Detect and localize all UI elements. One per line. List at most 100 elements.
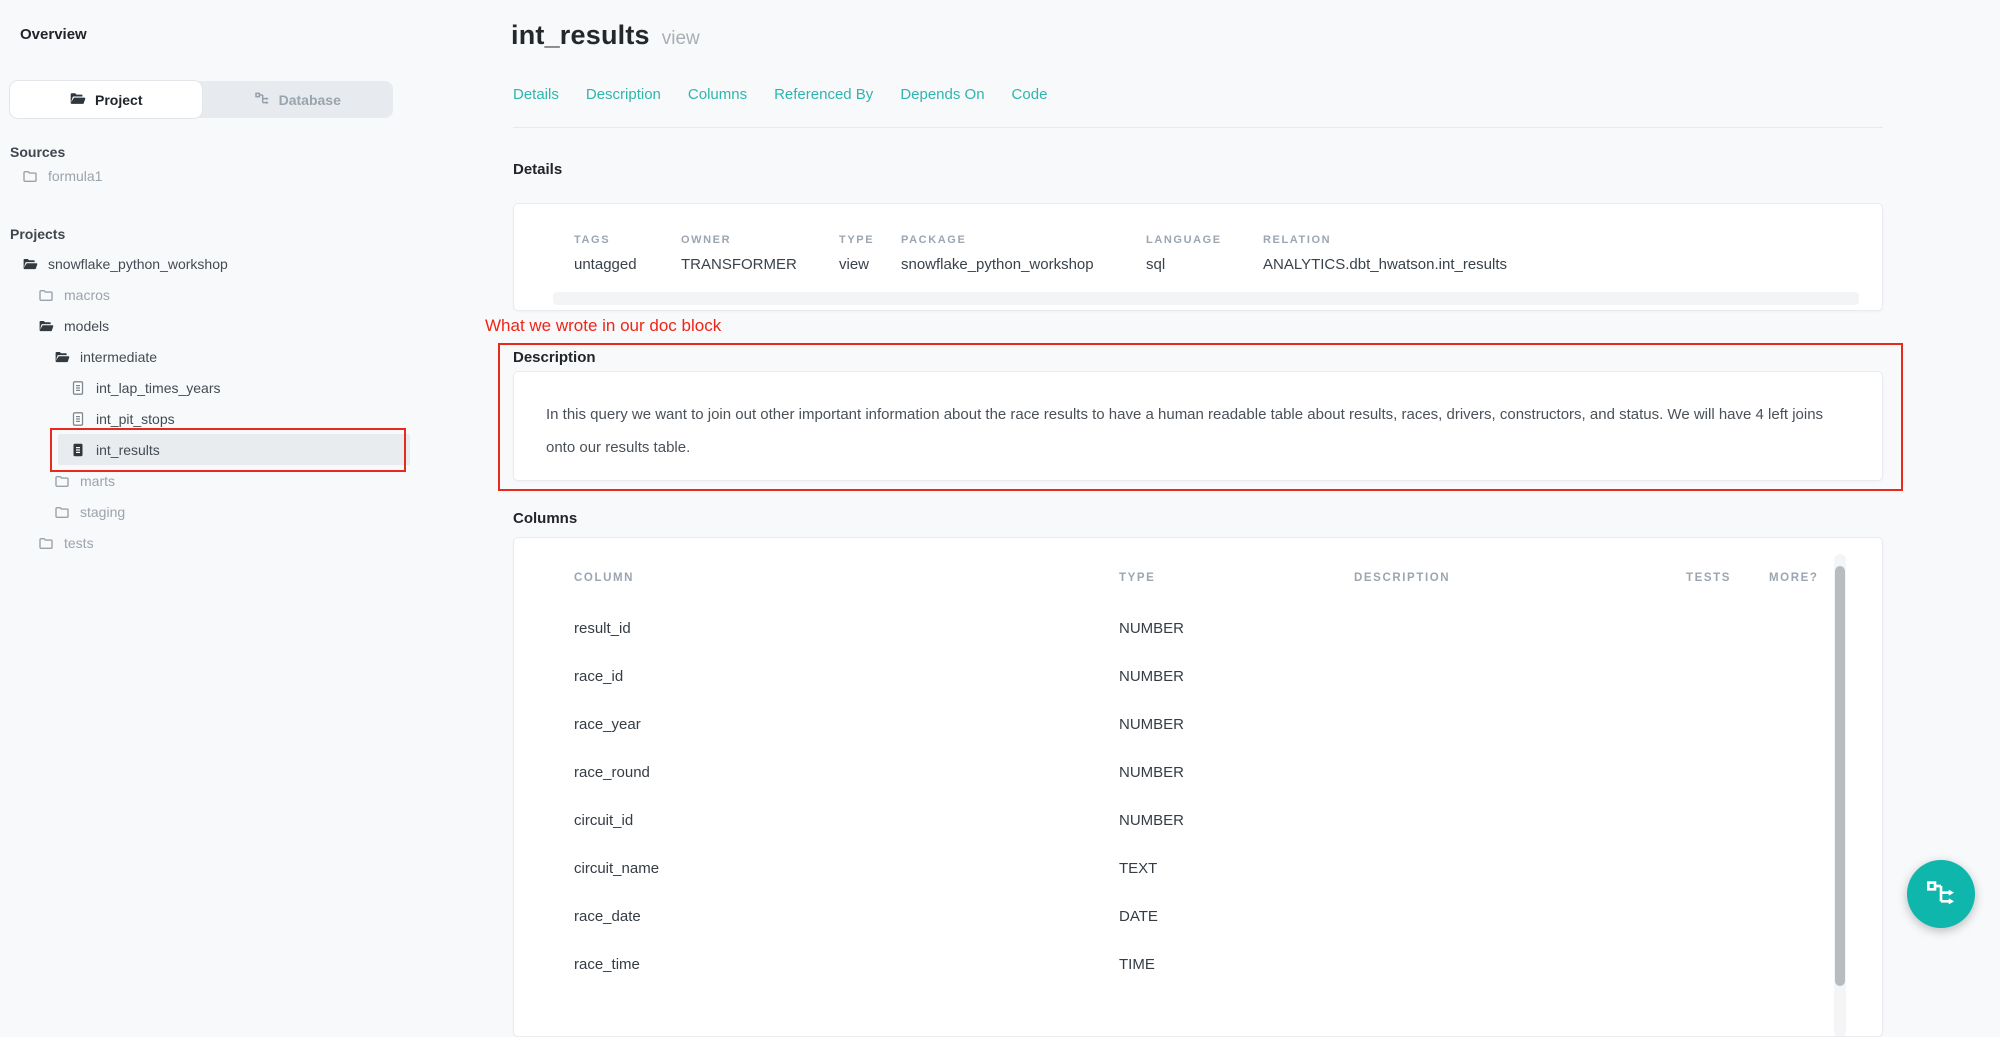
detail-field-relation: RELATIONANALYTICS.dbt_hwatson.int_result…	[1263, 234, 1507, 273]
cell-type: NUMBER	[1119, 620, 1354, 637]
database-toggle-label: Database	[279, 92, 341, 108]
column-row-race_date[interactable]: race_dateDATE	[574, 892, 1882, 940]
tab-code[interactable]: Code	[1012, 86, 1048, 103]
detail-field-tags: TAGS untagged	[574, 234, 681, 273]
column-row-circuit_id[interactable]: circuit_idNUMBER	[574, 796, 1882, 844]
tree-item-label: int_lap_times_years	[96, 380, 221, 396]
cell-type: NUMBER	[1119, 764, 1354, 781]
tab-depends-on[interactable]: Depends On	[900, 86, 984, 103]
cell-type: DATE	[1119, 908, 1354, 925]
folder-closed-icon	[38, 287, 54, 303]
details-card: TAGS untaggedOWNERTRANSFORMERTYPEviewPACK…	[513, 203, 1883, 311]
tree-item-int_results[interactable]: int_results	[58, 434, 410, 465]
cell-type: TEXT	[1119, 860, 1354, 877]
projects-tree: snowflake_python_workshopmacros models int…	[0, 248, 410, 558]
table-scrollbar-thumb[interactable]	[1835, 566, 1845, 986]
database-tree-icon	[254, 90, 270, 109]
folder-open-icon	[54, 349, 70, 365]
page-header: int_results view	[511, 20, 700, 51]
lineage-graph-icon	[1925, 876, 1957, 913]
tree-item-snowflake_python_workshop[interactable]: snowflake_python_workshop	[0, 248, 410, 279]
tab-details[interactable]: Details	[513, 86, 559, 103]
folder-closed-icon	[22, 168, 38, 184]
details-fields: TAGS untaggedOWNERTRANSFORMERTYPEviewPACK…	[514, 204, 1882, 273]
column-row-race_year[interactable]: race_yearNUMBER	[574, 700, 1882, 748]
file-filled-icon	[70, 442, 86, 458]
cell-column: result_id	[574, 620, 1119, 637]
project-toggle-button[interactable]: Project	[10, 81, 202, 118]
tree-item-label: macros	[64, 287, 110, 303]
tree-item-label: tests	[64, 535, 94, 551]
tab-description[interactable]: Description	[586, 86, 661, 103]
column-header-more: MORE?	[1769, 572, 1882, 584]
tree-item-label: formula1	[48, 168, 102, 184]
detail-field-value: ANALYTICS.dbt_hwatson.int_results	[1263, 256, 1507, 273]
view-toggle: Project Database	[10, 81, 393, 118]
database-toggle-button[interactable]: Database	[202, 81, 394, 118]
cell-type: NUMBER	[1119, 716, 1354, 733]
folder-closed-icon	[54, 473, 70, 489]
tree-item-macros[interactable]: macros	[0, 279, 410, 310]
column-row-race_round[interactable]: race_roundNUMBER	[574, 748, 1882, 796]
tree-item-marts[interactable]: marts	[0, 465, 410, 496]
detail-field-value: view	[839, 256, 901, 273]
detail-field-label: TAGS	[574, 234, 681, 246]
cell-column: race_year	[574, 716, 1119, 733]
tree-item-intermediate[interactable]: intermediate	[0, 341, 410, 372]
tree-item-int_pit_stops[interactable]: int_pit_stops	[0, 403, 410, 434]
column-row-race_id[interactable]: race_idNUMBER	[574, 652, 1882, 700]
columns-section-heading: Columns	[513, 510, 577, 527]
tree-item-label: snowflake_python_workshop	[48, 256, 228, 272]
tree-item-label: models	[64, 318, 109, 334]
cell-column: race_id	[574, 668, 1119, 685]
tree-item-label: staging	[80, 504, 125, 520]
lineage-graph-button[interactable]	[1907, 860, 1975, 928]
table-scrollbar-track[interactable]	[1834, 554, 1846, 1037]
materialization-badge: view	[662, 28, 700, 50]
cell-column: race_time	[574, 956, 1119, 973]
tree-item-label: intermediate	[80, 349, 157, 365]
columns-table-header: COLUMNTYPEDESCRIPTIONTESTSMORE?	[574, 570, 1882, 586]
detail-field-label: PACKAGE	[901, 234, 1146, 246]
file-icon	[70, 380, 86, 396]
column-header-type: TYPE	[1119, 572, 1354, 584]
cell-type: NUMBER	[1119, 812, 1354, 829]
tree-item-label: int_results	[96, 442, 160, 458]
tree-item-int_lap_times_years[interactable]: int_lap_times_years	[0, 372, 410, 403]
column-header-column: COLUMN	[574, 572, 1119, 584]
details-section-heading: Details	[513, 161, 562, 178]
tree-item-tests[interactable]: tests	[0, 527, 410, 558]
folder-closed-icon	[54, 504, 70, 520]
projects-heading: Projects	[10, 226, 65, 242]
column-row-result_id[interactable]: result_idNUMBER	[574, 604, 1882, 652]
detail-field-value: untagged	[574, 256, 681, 273]
folder-open-icon	[69, 90, 86, 110]
tree-item-staging[interactable]: staging	[0, 496, 410, 527]
tab-referenced-by[interactable]: Referenced By	[774, 86, 873, 103]
folder-open-icon	[38, 318, 54, 334]
detail-field-type: TYPEview	[839, 234, 901, 273]
column-row-race_time[interactable]: race_timeTIME	[574, 940, 1882, 988]
overview-heading: Overview	[20, 26, 87, 43]
detail-field-value: snowflake_python_workshop	[901, 256, 1146, 273]
file-icon	[70, 411, 86, 427]
description-section-heading: Description	[513, 349, 596, 366]
column-row-circuit_name[interactable]: circuit_nameTEXT	[574, 844, 1882, 892]
detail-field-label: LANGUAGE	[1146, 234, 1263, 246]
detail-field-value: TRANSFORMER	[681, 256, 839, 273]
cell-column: race_round	[574, 764, 1119, 781]
tree-item-formula1[interactable]: formula1	[0, 160, 410, 191]
columns-table-body: result_idNUMBERrace_idNUMBERrace_yearNUM…	[574, 604, 1882, 988]
sidebar: Overview Project Database So	[0, 0, 420, 959]
folder-closed-icon	[38, 535, 54, 551]
detail-field-package: PACKAGE snowflake_python_workshop	[901, 234, 1146, 273]
tab-columns[interactable]: Columns	[688, 86, 747, 103]
sources-heading: Sources	[10, 144, 65, 160]
description-body: In this query we want to join out other …	[514, 372, 1882, 464]
detail-field-owner: OWNERTRANSFORMER	[681, 234, 839, 273]
cell-column: race_date	[574, 908, 1119, 925]
detail-field-language: LANGUAGEsql	[1146, 234, 1263, 273]
columns-card: COLUMNTYPEDESCRIPTIONTESTSMORE? result_i…	[513, 537, 1883, 1037]
cell-type: TIME	[1119, 956, 1354, 973]
tree-item-models[interactable]: models	[0, 310, 410, 341]
